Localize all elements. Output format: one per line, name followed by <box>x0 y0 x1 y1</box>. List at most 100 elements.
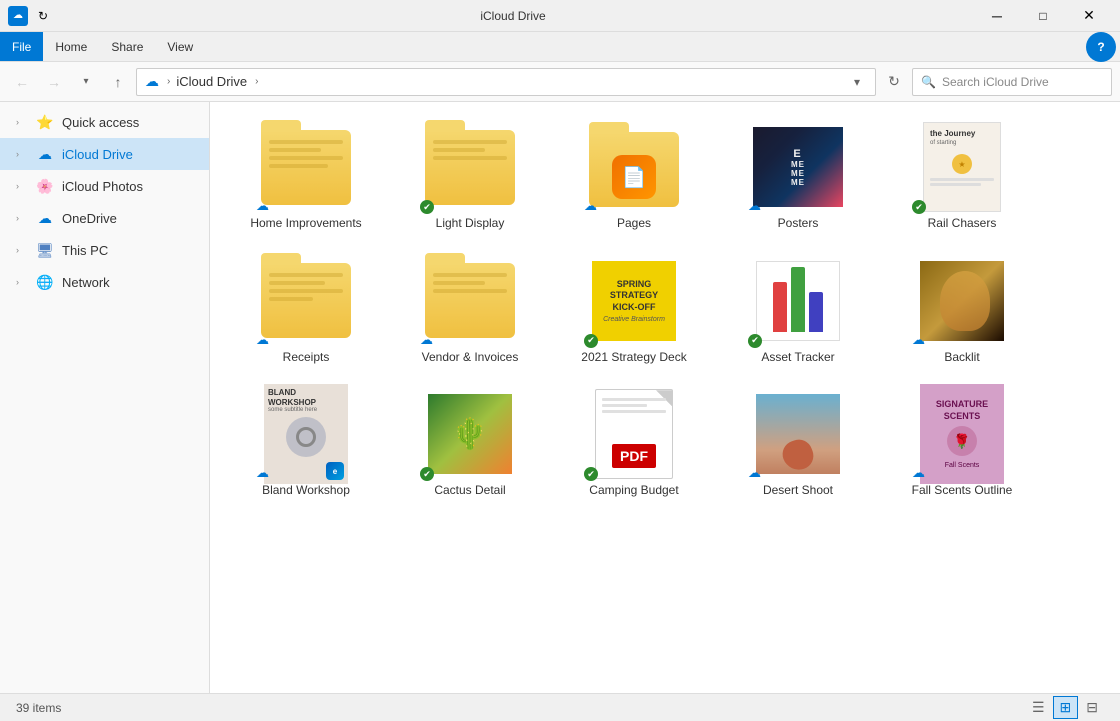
sync-icon: ☁ <box>748 465 761 481</box>
menubar: File Home Share View ? <box>0 32 1120 62</box>
sidebar-item-onedrive[interactable]: › ☁ OneDrive <box>0 202 209 234</box>
file-thumbnail: ✔ <box>420 122 520 212</box>
menu-file[interactable]: File <box>0 32 43 61</box>
help-button[interactable]: ? <box>1086 32 1116 62</box>
detail-view-button[interactable]: ⊞ <box>1053 696 1079 719</box>
address-separator: › <box>167 76 170 87</box>
file-name: Desert Shoot <box>763 483 833 499</box>
sync-icon: ☁ <box>256 465 269 481</box>
sidebar-item-label: Network <box>62 275 110 290</box>
sync-icon: ☁ <box>584 198 597 214</box>
file-item-home-improvements[interactable]: ☁ Home Improvements <box>226 114 386 240</box>
sidebar-item-network[interactable]: › 🌐 Network <box>0 266 209 298</box>
file-item-posters[interactable]: E ME ME ME ☁ Posters <box>718 114 878 240</box>
sync-icon: ☁ <box>256 332 269 348</box>
maximize-button[interactable]: □ <box>1020 0 1066 32</box>
search-box[interactable]: 🔍 Search iCloud Drive <box>912 68 1112 96</box>
file-name: Asset Tracker <box>761 350 834 366</box>
file-item-desert-shoot[interactable]: ☁ Desert Shoot <box>718 381 878 507</box>
forward-button[interactable]: → <box>40 68 68 96</box>
pdf-icon: PDF <box>595 389 673 479</box>
bland-thumbnail: BLAND WORKSHOP some subtitle here e <box>264 384 348 484</box>
sync-icon: ✔ <box>584 334 598 348</box>
file-item-vendor-invoices[interactable]: ☁ Vendor & Invoices <box>390 248 550 374</box>
menu-home[interactable]: Home <box>43 32 99 61</box>
asset-tracker-thumbnail <box>756 261 840 341</box>
file-thumbnail: PDF ✔ <box>584 389 684 479</box>
folder-icon <box>425 130 515 205</box>
file-item-cactus-detail[interactable]: 🌵 ✔ Cactus Detail <box>390 381 550 507</box>
file-thumbnail: ☁ <box>748 389 848 479</box>
file-item-fall-scents[interactable]: SIGNATURE SCENTS 🌹 Fall Scents ☁ Fall Sc… <box>882 381 1042 507</box>
folder-icon <box>425 263 515 338</box>
desert-thumbnail <box>756 394 840 474</box>
expand-icon: › <box>16 245 28 255</box>
sidebar-item-label: iCloud Photos <box>62 179 143 194</box>
file-thumbnail: ☁ <box>912 256 1012 346</box>
file-item-asset-tracker[interactable]: ✔ Asset Tracker <box>718 248 878 374</box>
file-thumbnail: BLAND WORKSHOP some subtitle here e ☁ <box>256 389 356 479</box>
file-thumbnail: 🌵 ✔ <box>420 389 520 479</box>
list-view-button[interactable]: ☰ <box>1026 696 1051 719</box>
file-item-camping-budget[interactable]: PDF ✔ Camping Budget <box>554 381 714 507</box>
address-dropdown-button[interactable]: ▾ <box>847 75 867 89</box>
file-name: Rail Chasers <box>928 216 997 232</box>
menu-share[interactable]: Share <box>99 32 155 61</box>
sidebar-item-icloud-photos[interactable]: › 🌸 iCloud Photos <box>0 170 209 202</box>
file-thumbnail: E ME ME ME ☁ <box>748 122 848 212</box>
file-thumbnail: SPRING STRATEGY KICK-OFF Creative Brains… <box>584 256 684 346</box>
sidebar: › ⭐ Quick access › ☁ iCloud Drive › 🌸 iC… <box>0 102 210 721</box>
file-item-bland-workshop[interactable]: BLAND WORKSHOP some subtitle here e ☁ Bl… <box>226 381 386 507</box>
sync-icon: ✔ <box>748 334 762 348</box>
file-item-light-display[interactable]: ✔ Light Display <box>390 114 550 240</box>
menu-view[interactable]: View <box>155 32 205 61</box>
sidebar-item-label: This PC <box>62 243 108 258</box>
main-layout: › ⭐ Quick access › ☁ iCloud Drive › 🌸 iC… <box>0 102 1120 721</box>
file-thumbnail: ☁ <box>420 256 520 346</box>
refresh-button[interactable]: ↻ <box>880 68 908 96</box>
sidebar-item-label: Quick access <box>62 115 139 130</box>
file-name: Pages <box>617 216 651 232</box>
file-item-receipts[interactable]: ☁ Receipts <box>226 248 386 374</box>
sync-icon: ☁ <box>748 198 761 214</box>
address-chevron: › <box>255 76 258 87</box>
scents-thumbnail: SIGNATURE SCENTS 🌹 Fall Scents <box>920 384 1004 484</box>
address-text: iCloud Drive <box>176 74 247 89</box>
network-icon: 🌐 <box>36 274 54 291</box>
file-item-pages[interactable]: 📄 ☁ Pages <box>554 114 714 240</box>
search-placeholder: Search iCloud Drive <box>942 75 1049 89</box>
file-item-strategy-deck[interactable]: SPRING STRATEGY KICK-OFF Creative Brains… <box>554 248 714 374</box>
large-view-button[interactable]: ⊟ <box>1080 696 1104 719</box>
pages-folder-icon: 📄 <box>589 127 679 207</box>
close-button[interactable]: ✕ <box>1066 0 1112 32</box>
sync-icon: ✔ <box>912 200 926 214</box>
quick-access-toolbar: ↻ <box>34 7 52 25</box>
sidebar-item-this-pc[interactable]: › 🖥 This PC <box>0 234 209 266</box>
file-item-rail-chasers[interactable]: the Journey of starting ★ ✔ Rail Chasers <box>882 114 1042 240</box>
recent-locations-button[interactable]: ▾ <box>72 68 100 96</box>
up-button[interactable]: ↑ <box>104 68 132 96</box>
sidebar-item-icloud-drive[interactable]: › ☁ iCloud Drive <box>0 138 209 170</box>
file-name: Receipts <box>283 350 330 366</box>
sync-icon: ☁ <box>256 198 269 214</box>
icloud-drive-icon: ☁ <box>36 146 54 163</box>
cloud-drive-icon: ☁ <box>145 73 159 90</box>
file-item-backlit[interactable]: ☁ Backlit <box>882 248 1042 374</box>
file-name: Light Display <box>436 216 505 232</box>
sync-icon: ✔ <box>584 467 598 481</box>
file-thumbnail: ✔ <box>748 256 848 346</box>
file-name: Cactus Detail <box>434 483 505 499</box>
minimize-button[interactable]: ─ <box>974 0 1020 32</box>
folder-icon <box>261 130 351 205</box>
poster-thumbnail: E ME ME ME <box>753 127 843 207</box>
back-button[interactable]: ← <box>8 68 36 96</box>
toolbar-btn[interactable]: ↻ <box>34 7 52 25</box>
expand-icon: › <box>16 117 28 127</box>
expand-icon: › <box>16 277 28 287</box>
this-pc-icon: 🖥 <box>36 242 54 259</box>
sidebar-item-quick-access[interactable]: › ⭐ Quick access <box>0 106 209 138</box>
folder-icon <box>261 263 351 338</box>
statusbar: 39 items ☰ ⊞ ⊟ <box>210 693 1120 721</box>
file-name: Home Improvements <box>250 216 361 232</box>
sync-icon: ☁ <box>912 465 925 481</box>
